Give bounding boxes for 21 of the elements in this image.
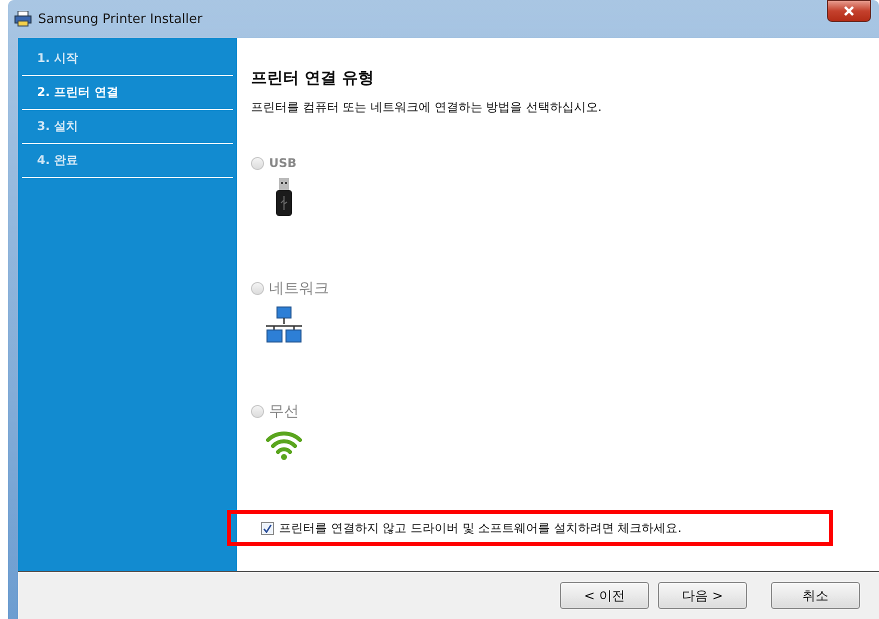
step-item[interactable]: 2. 프린터 연결 xyxy=(22,76,233,110)
wifi-icon xyxy=(265,429,303,461)
close-button[interactable] xyxy=(827,0,871,22)
checkbox[interactable] xyxy=(261,522,274,534)
option-label: USB xyxy=(269,156,297,170)
option-label: 무선 xyxy=(269,402,299,421)
option-label: 네트워크 xyxy=(269,279,329,298)
printer-icon xyxy=(14,11,32,27)
step-item[interactable]: 1. 시작 xyxy=(22,42,233,76)
step-item[interactable]: 4. 완료 xyxy=(22,144,233,178)
checkbox-label: 프린터를 연결하지 않고 드라이버 및 소프트웨어를 설치하려면 체크하세요. xyxy=(279,520,682,536)
page-description: 프린터를 컴퓨터 또는 네트워크에 연결하는 방법을 선택하십시오. xyxy=(251,99,603,116)
dialog-button[interactable]: 취소 xyxy=(771,582,860,609)
usb-drive-icon xyxy=(275,178,293,218)
step-item[interactable]: 3. 설치 xyxy=(22,110,233,144)
dialog-button[interactable]: 다음 > xyxy=(658,582,747,609)
window-title: Samsung Printer Installer xyxy=(38,12,202,26)
page-heading: 프린터 연결 유형 xyxy=(251,68,376,89)
close-icon xyxy=(843,6,855,16)
network-icon xyxy=(265,306,303,344)
dialog-button[interactable]: < 이전 xyxy=(560,582,649,609)
